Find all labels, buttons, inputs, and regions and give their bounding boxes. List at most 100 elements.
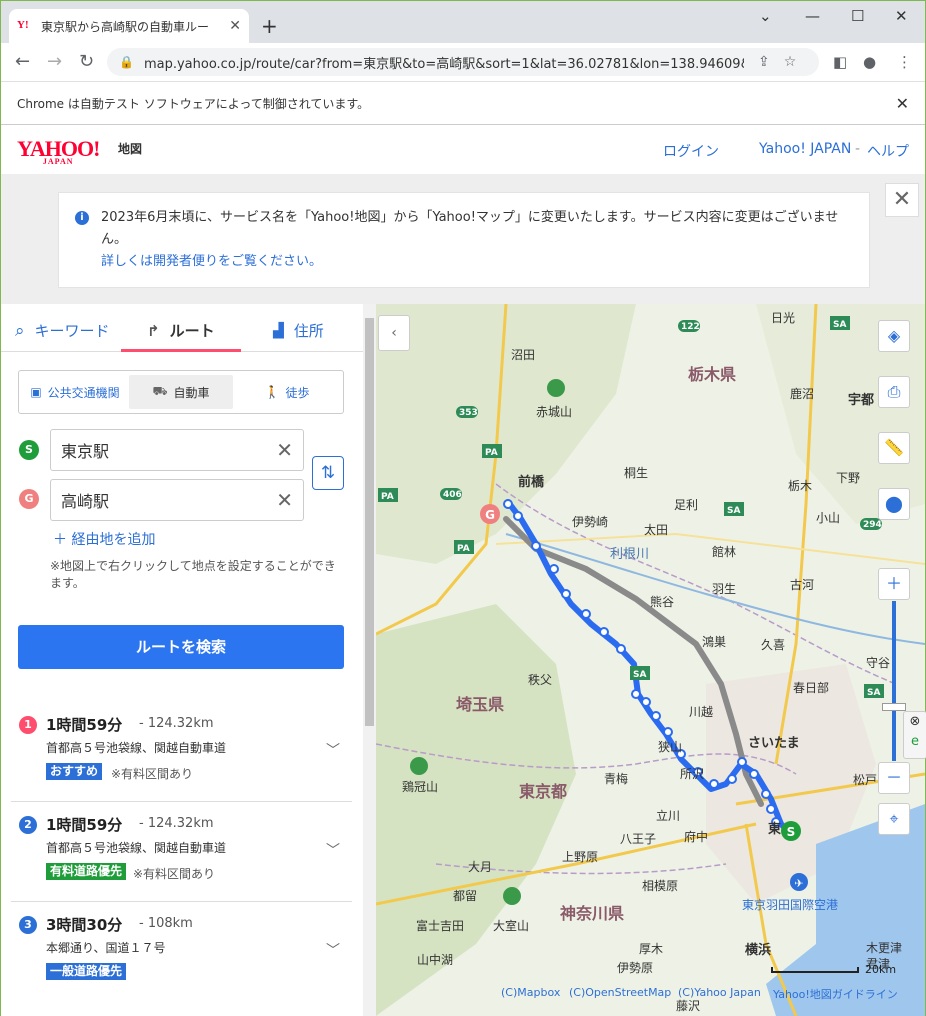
minimize-icon[interactable]: — bbox=[805, 7, 820, 25]
route-dot bbox=[761, 789, 771, 799]
credit-osm[interactable]: (C)OpenStreetMap bbox=[569, 986, 671, 999]
tab-keyword-label: キーワード bbox=[34, 322, 110, 340]
close-infobar-icon[interactable]: ✕ bbox=[896, 94, 909, 113]
print-button[interactable]: ⎙ bbox=[878, 376, 910, 408]
layers-button[interactable]: ◈ bbox=[878, 320, 910, 352]
from-value[interactable]: 東京駅 bbox=[61, 438, 109, 462]
clear-from-icon[interactable]: ✕ bbox=[276, 438, 293, 462]
route-dot bbox=[549, 564, 559, 574]
from-field[interactable]: 東京駅 ✕ bbox=[50, 429, 304, 471]
chevron-down-icon[interactable]: ﹀ bbox=[326, 740, 340, 760]
login-link[interactable]: ログイン bbox=[663, 141, 719, 161]
lock-icon[interactable]: 🔒 bbox=[119, 55, 134, 69]
route-result-3[interactable]: 3 3時間30分 - 108km 本郷通り、国道１７号 一般道路優先 ﹀ bbox=[11, 902, 352, 1002]
mode-transit-label: 公共交通機関 bbox=[47, 385, 120, 400]
tab-route[interactable]: ↱ ルート bbox=[147, 320, 215, 341]
place-label: 立川 bbox=[656, 808, 680, 823]
map-svg[interactable]: G S ✈ 日光 沼田 栃木県 鹿沼 宇都 赤城山 前橋 桐生 栃木 下野 伊勢… bbox=[376, 304, 925, 1016]
mode-transit[interactable]: ▣ 公共交通機関 bbox=[23, 375, 127, 409]
place-label: 足利 bbox=[674, 498, 698, 512]
yahoo-japan-link[interactable]: Yahoo! JAPAN bbox=[759, 141, 851, 157]
tab-keyword[interactable]: ⌕ キーワード bbox=[15, 320, 110, 341]
print-icon: ⎙ bbox=[887, 382, 901, 401]
automation-notice-text: Chrome は自動テスト ソフトウェアによって制御されています。 bbox=[17, 96, 370, 111]
road-number: 406 bbox=[443, 490, 462, 500]
current-location-button[interactable]: ⌖ bbox=[878, 803, 910, 835]
credit-guideline[interactable]: Yahoo!地図ガイドライン bbox=[773, 986, 898, 1002]
profile-icon[interactable]: ● bbox=[863, 53, 876, 71]
place-label: 横浜 bbox=[745, 942, 771, 958]
maximize-icon[interactable]: ☐ bbox=[851, 7, 864, 25]
scale-label: 20km bbox=[865, 963, 897, 976]
place-label: 日光 bbox=[771, 311, 795, 325]
plus-icon: ＋ bbox=[885, 574, 902, 593]
zoom-slider-knob[interactable] bbox=[882, 703, 906, 711]
zoom-slider-track[interactable] bbox=[892, 601, 896, 761]
place-label: 沼田 bbox=[511, 348, 535, 362]
zoom-out-button[interactable]: － bbox=[878, 762, 910, 794]
clear-to-icon[interactable]: ✕ bbox=[276, 488, 293, 512]
panel-scrollbar[interactable] bbox=[363, 304, 376, 1016]
route-panel: ⌕ キーワード ↱ ルート ▟ 住所 ▣ 公共交通機関 ⛟ 自動車 🚶 徒歩 S… bbox=[1, 304, 363, 1016]
route-result-1[interactable]: 1 1時間59分 - 124.32km 首都高５号池袋線、関越自動車道 おすすめ… bbox=[11, 702, 352, 802]
credit-yahoo[interactable]: (C)Yahoo Japan bbox=[678, 986, 761, 999]
notice-link[interactable]: 詳しくは開発者便りをご覧ください。 bbox=[101, 251, 853, 273]
mode-car[interactable]: ⛟ 自動車 bbox=[129, 375, 233, 409]
start-pin-label: S bbox=[787, 825, 796, 839]
forward-icon[interactable]: → bbox=[47, 51, 62, 72]
sa-label: SA bbox=[727, 506, 740, 516]
browser-tab[interactable]: Y! 東京駅から高崎駅の自動車ルート - ✕ bbox=[9, 9, 249, 43]
to-field[interactable]: 高崎駅 ✕ bbox=[50, 479, 304, 521]
chevron-down-icon[interactable]: ﹀ bbox=[326, 840, 340, 860]
side-panel-icon[interactable]: ◧ bbox=[833, 53, 847, 71]
place-label: 久喜 bbox=[761, 638, 785, 652]
share-icon[interactable]: ⇪ bbox=[758, 54, 770, 70]
route-result-2[interactable]: 2 1時間59分 - 124.32km 首都高５号池袋線、関越自動車道 有料道路… bbox=[11, 802, 352, 902]
map-canvas[interactable]: G S ✈ 日光 沼田 栃木県 鹿沼 宇都 赤城山 前橋 桐生 栃木 下野 伊勢… bbox=[376, 304, 925, 1016]
tab-search-icon[interactable]: ⌄ bbox=[759, 7, 772, 25]
zoom-in-button[interactable]: ＋ bbox=[878, 568, 910, 600]
scrollbar-thumb[interactable] bbox=[365, 318, 374, 726]
place-label: 太田 bbox=[644, 522, 668, 537]
add-waypoint-label[interactable]: 経由地を追加 bbox=[71, 532, 155, 548]
route-dot bbox=[503, 499, 513, 509]
yahoo-logo[interactable]: YAHOO! JAPAN bbox=[17, 136, 100, 166]
reload-icon[interactable]: ↻ bbox=[79, 51, 94, 72]
url-text[interactable]: map.yahoo.co.jp/route/car?from=東京駅&to=高崎… bbox=[144, 53, 744, 72]
bookmark-star-icon[interactable]: ☆ bbox=[784, 54, 797, 70]
swap-route-button[interactable]: ⇅ bbox=[312, 456, 344, 490]
building-icon: ▟ bbox=[273, 322, 284, 339]
tab-title: 東京駅から高崎駅の自動車ルート - bbox=[41, 19, 213, 34]
tab-close-icon[interactable]: ✕ bbox=[229, 18, 241, 34]
place-label: 桐生 bbox=[624, 466, 648, 480]
back-icon[interactable]: ← bbox=[15, 51, 30, 72]
to-value[interactable]: 高崎駅 bbox=[61, 488, 109, 512]
new-tab-icon[interactable]: + bbox=[261, 14, 278, 38]
route-dot bbox=[561, 589, 571, 599]
tab-address[interactable]: ▟ 住所 bbox=[273, 320, 324, 341]
collapse-panel-button[interactable]: ‹ bbox=[378, 315, 410, 351]
notice-text: 2023年6月末頃に、サービス名を「Yahoo!地図」から「Yahoo!マップ」… bbox=[101, 210, 839, 247]
credit-mapbox[interactable]: (C)Mapbox bbox=[501, 986, 560, 999]
address-bar[interactable]: 🔒 map.yahoo.co.jp/route/car?from=東京駅&to=… bbox=[107, 48, 819, 76]
location-pin-button[interactable]: ⬤ bbox=[878, 488, 910, 520]
help-link[interactable]: ヘルプ bbox=[867, 141, 909, 161]
mode-walk[interactable]: 🚶 徒歩 bbox=[235, 375, 339, 409]
ev-widget-button[interactable]: ⊗ e bbox=[903, 711, 926, 759]
service-name[interactable]: 地図 bbox=[118, 140, 142, 157]
mountain-icon bbox=[410, 757, 428, 775]
place-label: 前橋 bbox=[518, 474, 545, 490]
route-via: 本郷通り、国道１７号 bbox=[46, 941, 166, 955]
route-search-button[interactable]: ルートを検索 bbox=[18, 625, 344, 669]
close-window-icon[interactable]: ✕ bbox=[895, 7, 908, 25]
menu-icon[interactable]: ⋮ bbox=[897, 53, 912, 71]
route-dot bbox=[581, 609, 591, 619]
route-time: 1時間59分 bbox=[46, 816, 123, 834]
chevron-down-icon[interactable]: ﹀ bbox=[326, 940, 340, 960]
notice-close-button[interactable]: ✕ bbox=[885, 183, 919, 217]
route-dot bbox=[709, 779, 719, 789]
e-icon: e bbox=[911, 734, 919, 749]
measure-button[interactable]: 📏 bbox=[878, 432, 910, 464]
close-circle-icon[interactable]: ⊗ bbox=[910, 714, 921, 729]
add-waypoint-link[interactable]: ＋ 経由地を追加 bbox=[53, 529, 155, 549]
